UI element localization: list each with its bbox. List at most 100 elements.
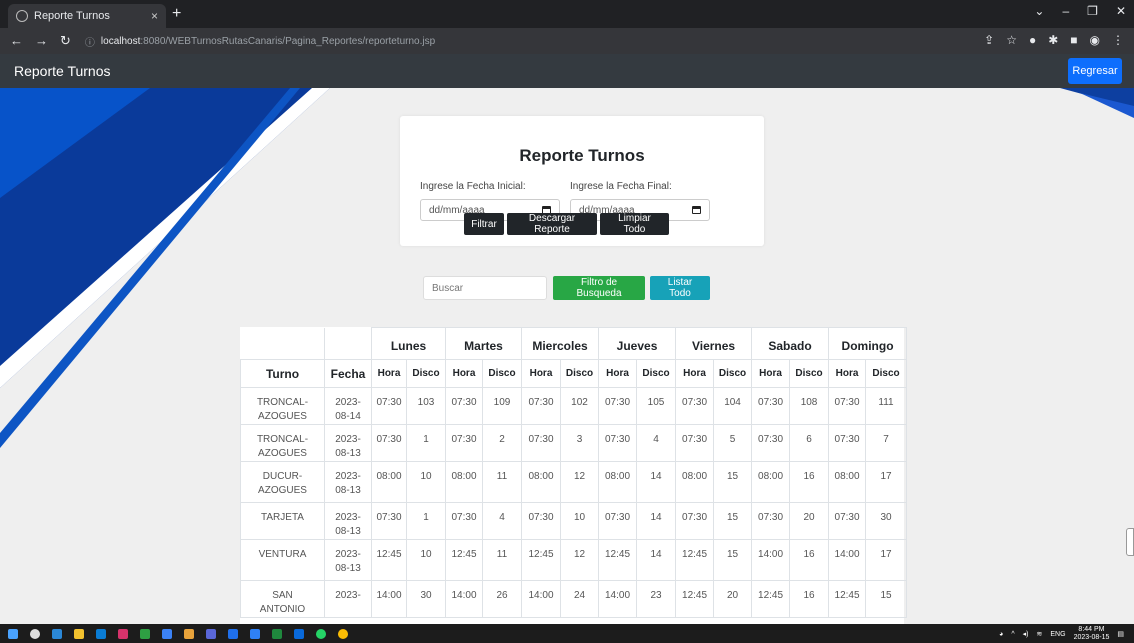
bookmark-star-icon[interactable]: ☆ [1006,33,1017,47]
hora-cell: 08:00 [751,461,791,503]
info-icon[interactable]: ⓘ [85,34,95,49]
app-icon[interactable] [140,628,150,639]
hora-cell: 12:45 [675,539,715,581]
chrome-icon[interactable] [338,628,348,639]
blank-header [324,327,372,360]
disco-cell: 17 [865,461,908,503]
close-window-icon[interactable]: ✕ [1116,4,1126,18]
day-header: Domingo [828,327,908,360]
disco-cell: 10 [559,502,600,540]
app-icon[interactable] [250,628,260,639]
hora-cell: 07:30 [828,387,867,425]
table-row: SAN ANTONIO 2023- 14:00 30 14:00 26 14:00 24 14:… [240,580,908,618]
sidepanel-icon[interactable]: ■ [1070,33,1077,47]
clock-date: 2023-08-15 [1073,634,1110,641]
hora-cell: 07:30 [675,424,715,462]
forward-arrow-icon[interactable]: → [35,33,48,49]
back-button[interactable]: Regresar [1068,58,1122,84]
hora-cell: 14:00 [828,539,867,581]
file-explorer-icon[interactable] [74,628,84,639]
blank-header [240,327,325,360]
disco-cell: 16 [789,539,830,581]
start-date-label: Ingrese la Fecha Inicial: [420,181,526,192]
disco-subheader: Disco [865,359,908,388]
volume-icon[interactable]: ◂) [1023,630,1029,638]
disco-cell: 10 [406,539,446,581]
download-report-button[interactable]: Descargar Reporte [507,213,597,235]
window-controls: ⌄ – ❐ ✕ [1034,4,1126,18]
browser-tab[interactable]: Reporte Turnos × [8,4,166,28]
search-filter-button[interactable]: Filtro de Busqueda [553,276,645,300]
close-tab-icon[interactable]: × [151,9,158,23]
disco-cell: 15 [713,502,753,540]
restore-icon[interactable]: ❐ [1087,4,1098,18]
app-icon[interactable] [294,628,304,639]
hora-subheader: Hora [598,359,638,388]
puzzle-icon[interactable]: ✱ [1048,33,1058,47]
navbar-brand[interactable]: Reporte Turnos [14,63,111,79]
excel-icon[interactable] [272,628,282,639]
notifications-icon[interactable]: ▤ [1117,630,1124,638]
disco-cell: 10 [406,461,446,503]
fecha-cell: 2023- [324,580,372,618]
filter-button[interactable]: Filtrar [464,213,504,235]
list-all-button[interactable]: Listar Todo [650,276,710,300]
extension-icon[interactable]: ● [1029,33,1036,47]
store-icon[interactable] [96,628,106,639]
disco-cell: 30 [865,502,908,540]
hora-cell: 12:45 [521,539,561,581]
url-field[interactable]: ⓘ localhost:8080/WEBTurnosRutasCanaris/P… [85,34,435,49]
disco-cell: 12 [559,539,600,581]
menu-dots-icon[interactable]: ⋮ [1112,33,1124,47]
weather-icon[interactable]: ◕ [999,631,1003,638]
profile-icon[interactable]: ◉ [1090,33,1100,47]
new-tab-icon[interactable]: + [172,5,181,23]
whatsapp-icon[interactable] [316,628,326,639]
app-icon[interactable] [184,628,194,639]
app-icon[interactable] [206,628,216,639]
address-bar: ← → ↻ ⓘ localhost:8080/WEBTurnosRutasCan… [0,28,1134,54]
search-input[interactable]: Buscar [423,276,547,300]
disco-cell: 15 [865,580,908,618]
disco-subheader: Disco [636,359,677,388]
search-icon[interactable] [30,628,40,639]
day-header: Jueves [598,327,677,360]
app-icon[interactable] [118,628,128,639]
hora-cell: 07:30 [521,502,561,540]
url-host: localhost [100,35,141,47]
day-header: Miercoles [520,327,600,360]
day-header: Viernes [675,327,753,360]
reload-icon[interactable]: ↻ [60,33,71,49]
share-icon[interactable]: ⇪ [984,33,994,47]
back-arrow-icon[interactable]: ← [10,33,23,49]
disco-cell: 30 [406,580,446,618]
hora-cell: 12:45 [675,580,715,618]
edge-icon[interactable] [52,628,62,639]
app-icon[interactable] [228,628,238,639]
disco-cell: 17 [865,539,908,581]
clock[interactable]: 8:44 PM 2023-08-15 [1074,626,1110,642]
calendar-icon[interactable] [692,206,701,214]
fecha-header: Fecha [324,359,372,388]
hora-cell: 07:30 [371,502,407,540]
disco-cell: 108 [789,387,830,425]
page-content: Reporte Turnos Ingrese la Fecha Inicial:… [0,88,1134,624]
hora-cell: 07:30 [598,424,638,462]
hora-cell: 08:00 [675,461,715,503]
table-row: TARJETA 2023- 08-13 07:30 1 07:30 4 07:30 10 07:3… [240,502,908,540]
app-icon[interactable] [162,628,172,639]
disco-cell: 24 [559,580,600,618]
disco-cell: 4 [482,502,522,540]
disco-cell: 14 [636,539,677,581]
chevron-up-icon[interactable]: ^ [1011,631,1014,638]
disco-cell: 20 [789,502,830,540]
chevron-down-icon[interactable]: ⌄ [1034,4,1044,18]
hora-subheader: Hora [751,359,791,388]
clear-all-button[interactable]: Limpiar Todo [600,213,669,235]
minimize-icon[interactable]: – [1062,4,1069,18]
language-indicator[interactable]: ENG [1050,631,1065,638]
side-widget[interactable] [1126,528,1134,556]
disco-cell: 104 [713,387,753,425]
network-icon[interactable]: ≋ [1037,630,1043,638]
windows-start-icon[interactable] [8,628,18,639]
